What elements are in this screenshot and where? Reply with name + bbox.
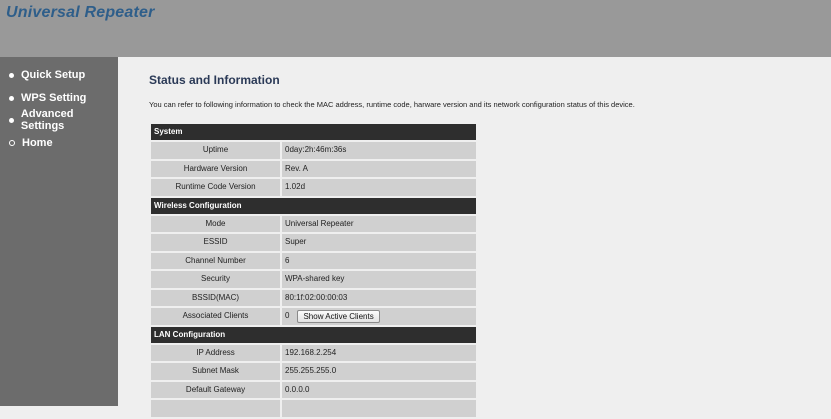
table-row: Uptime 0day:2h:46m:36s: [151, 142, 476, 159]
row-label: Hardware Version: [151, 160, 280, 177]
row-value: 1.02d: [282, 179, 476, 196]
sidebar: Quick Setup WPS Setting Advanced Setting…: [0, 57, 118, 406]
bullet-icon: [9, 117, 14, 123]
bssid-value: 80:1f:02:00:00:03: [285, 292, 348, 302]
table-row: Channel Number 6: [151, 252, 476, 269]
sidebar-item-label: Quick Setup: [21, 69, 86, 81]
row-label: IP Address: [151, 344, 280, 361]
hollow-bullet-icon: [9, 140, 15, 146]
table-row: Runtime Code Version 1.02d: [151, 179, 476, 196]
bullet-icon: [9, 95, 14, 101]
row-label: Associated Clients: [151, 308, 280, 325]
runtime-code-version-value: 1.02d: [285, 182, 306, 191]
row-label: Security: [151, 271, 280, 288]
row-value: WPA-shared key: [282, 271, 476, 288]
sidebar-item-wps-setting[interactable]: WPS Setting: [9, 90, 86, 106]
sidebar-item-quick-setup[interactable]: Quick Setup: [9, 67, 85, 83]
row-label: Default Gateway: [151, 381, 280, 398]
security-value: WPA-shared key: [285, 274, 345, 283]
row-value: Super: [282, 234, 476, 251]
row-label: [151, 400, 280, 417]
sidebar-item-label: Advanced Settings: [20, 108, 74, 132]
section-header-lan: LAN Configuration: [151, 326, 476, 343]
row-value: 0.0.0.0: [282, 381, 476, 398]
table-row: ESSID Super: [151, 234, 476, 251]
ip-address-value: 192.168.2.254: [285, 347, 337, 357]
default-gateway-value: 0.0.0.0: [285, 384, 310, 394]
row-value: Universal Repeater: [282, 215, 476, 232]
row-value: 0day:2h:46m:36s: [282, 142, 476, 159]
row-value: Rev. A: [282, 160, 476, 177]
row-label: Channel Number: [151, 252, 280, 269]
show-active-clients-button[interactable]: Show Active Clients: [297, 309, 380, 323]
row-label: ESSID: [151, 234, 280, 251]
row-value: 0 Show Active Clients: [282, 308, 476, 325]
status-table: System Uptime 0day:2h:46m:36s Hardware V…: [151, 124, 476, 419]
mode-value: Universal Repeater: [285, 218, 354, 228]
sidebar-item-label: Home: [22, 137, 53, 149]
table-row: [151, 400, 476, 417]
hardware-version-value: Rev. A: [285, 163, 308, 173]
table-row: BSSID(MAC) 80:1f:02:00:00:03: [151, 289, 476, 306]
row-label: Uptime: [151, 142, 280, 159]
uptime-value: 0day:2h:46m:36s: [285, 145, 347, 154]
bullet-icon: [9, 72, 14, 78]
table-row: Mode Universal Repeater: [151, 215, 476, 232]
row-value: 6: [282, 252, 476, 269]
table-row: Default Gateway 0.0.0.0: [151, 381, 476, 398]
row-label: BSSID(MAC): [151, 289, 280, 306]
row-label: Mode: [151, 215, 280, 232]
row-value: [282, 400, 476, 417]
sidebar-item-advanced-settings[interactable]: Advanced Settings: [9, 108, 118, 132]
sidebar-item-home[interactable]: Home: [9, 135, 53, 151]
essid-value: Super: [285, 237, 307, 246]
section-header-wireless: Wireless Configuration: [151, 197, 476, 214]
page-title: Status and Information: [149, 73, 280, 87]
subnet-mask-value: 255.255.255.0: [285, 366, 337, 375]
app-title: Universal Repeater: [6, 4, 155, 21]
row-label: Subnet Mask: [151, 363, 280, 380]
channel-number-value: 6: [285, 255, 290, 265]
row-value: 192.168.2.254: [282, 344, 476, 361]
table-row: Associated Clients 0 Show Active Clients: [151, 308, 476, 325]
row-label: Runtime Code Version: [151, 179, 280, 196]
sidebar-item-label: WPS Setting: [21, 92, 87, 104]
table-row: IP Address 192.168.2.254: [151, 344, 476, 361]
main-content: Status and Information You can refer to …: [118, 57, 831, 417]
table-row: Security WPA-shared key: [151, 271, 476, 288]
page-description: You can refer to following information t…: [149, 100, 635, 109]
table-row: Hardware Version Rev. A: [151, 160, 476, 177]
row-value: 255.255.255.0: [282, 363, 476, 380]
associated-clients-value: 0: [285, 311, 290, 320]
table-row: Subnet Mask 255.255.255.0: [151, 363, 476, 380]
section-header-system: System: [151, 124, 476, 140]
header-bar: Universal Repeater: [0, 0, 831, 57]
row-value: 80:1f:02:00:00:03: [282, 289, 476, 306]
